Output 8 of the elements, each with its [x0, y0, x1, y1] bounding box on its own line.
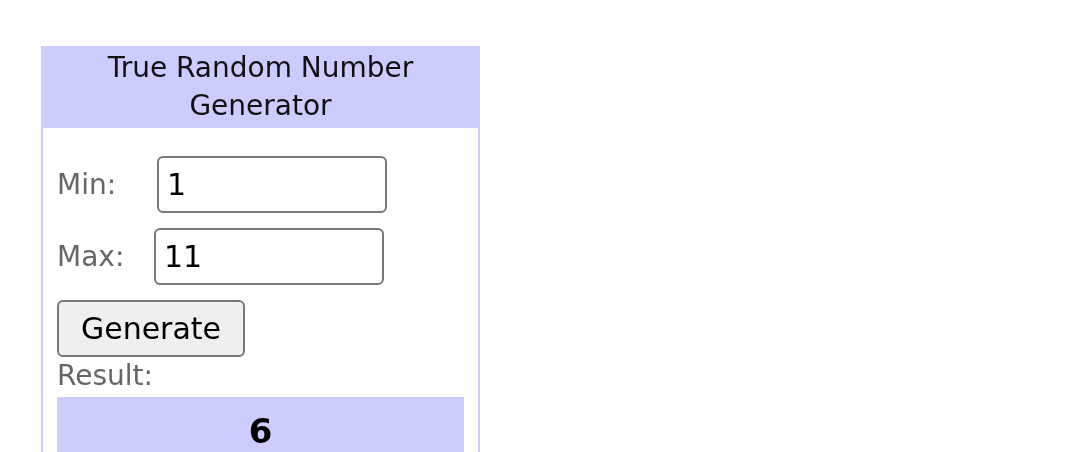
- result-value: 6: [57, 397, 464, 452]
- number-input[interactable]: 1: [157, 156, 387, 213]
- card-title: True Random Number Generator: [43, 46, 478, 128]
- number-input[interactable]: 11: [154, 228, 384, 285]
- result-label: Result:: [57, 358, 154, 394]
- field-label: Min:: [57, 166, 118, 203]
- generate-button[interactable]: Generate: [57, 300, 245, 357]
- field-label: Max:: [57, 238, 126, 275]
